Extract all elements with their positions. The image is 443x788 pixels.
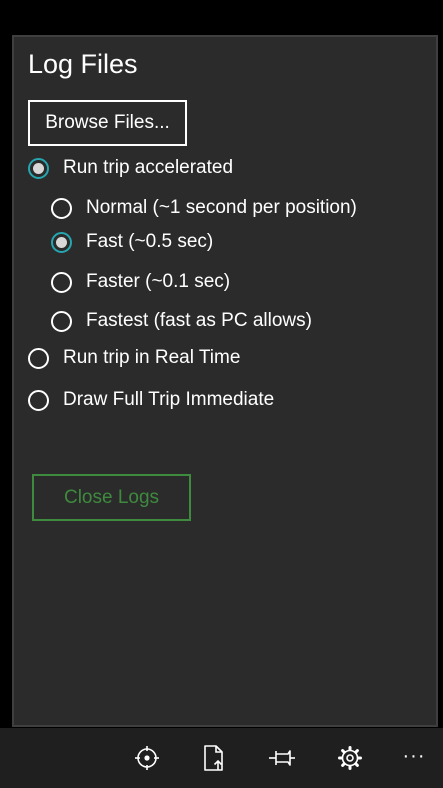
- settings-button[interactable]: [334, 742, 366, 774]
- radio-indicator: [51, 197, 72, 219]
- radio-label: Run trip in Real Time: [63, 347, 241, 368]
- radio-indicator: [51, 310, 72, 332]
- radio-indicator: [51, 231, 72, 253]
- radio-speed-fastest[interactable]: Fastest (fast as PC allows): [51, 310, 312, 332]
- radio-indicator: [28, 389, 49, 411]
- app-bar: ···: [0, 728, 443, 788]
- radio-label: Run trip accelerated: [63, 157, 234, 178]
- target-icon: [135, 746, 159, 770]
- pin-icon: [269, 750, 295, 766]
- radio-speed-fast[interactable]: Fast (~0.5 sec): [51, 231, 213, 253]
- radio-run-trip-real-time[interactable]: Run trip in Real Time: [28, 347, 240, 369]
- browse-files-button[interactable]: Browse Files...: [28, 100, 187, 146]
- radio-speed-normal[interactable]: Normal (~1 second per position): [51, 197, 357, 219]
- radio-label: Draw Full Trip Immediate: [63, 389, 275, 410]
- radio-run-trip-accelerated[interactable]: Run trip accelerated: [28, 157, 233, 179]
- radio-label: Faster (~0.1 sec): [86, 271, 231, 292]
- target-button[interactable]: [131, 742, 163, 774]
- pin-button[interactable]: [266, 742, 298, 774]
- radio-label: Fastest (fast as PC allows): [86, 310, 312, 331]
- radio-draw-full-trip[interactable]: Draw Full Trip Immediate: [28, 389, 274, 411]
- radio-indicator: [28, 157, 49, 179]
- settings-gear-icon: [338, 746, 362, 770]
- radio-speed-faster[interactable]: Faster (~0.1 sec): [51, 271, 230, 293]
- file-export-icon: [204, 745, 223, 771]
- radio-label: Fast (~0.5 sec): [86, 231, 214, 252]
- panel-title: Log Files: [28, 49, 138, 79]
- radio-indicator: [51, 271, 72, 293]
- close-logs-button[interactable]: Close Logs: [32, 474, 191, 521]
- export-file-button[interactable]: [198, 742, 230, 774]
- radio-indicator: [28, 347, 49, 369]
- more-options-button[interactable]: ···: [398, 740, 430, 772]
- log-files-panel: Log Files Browse Files... Run trip accel…: [12, 35, 438, 727]
- radio-label: Normal (~1 second per position): [86, 197, 357, 218]
